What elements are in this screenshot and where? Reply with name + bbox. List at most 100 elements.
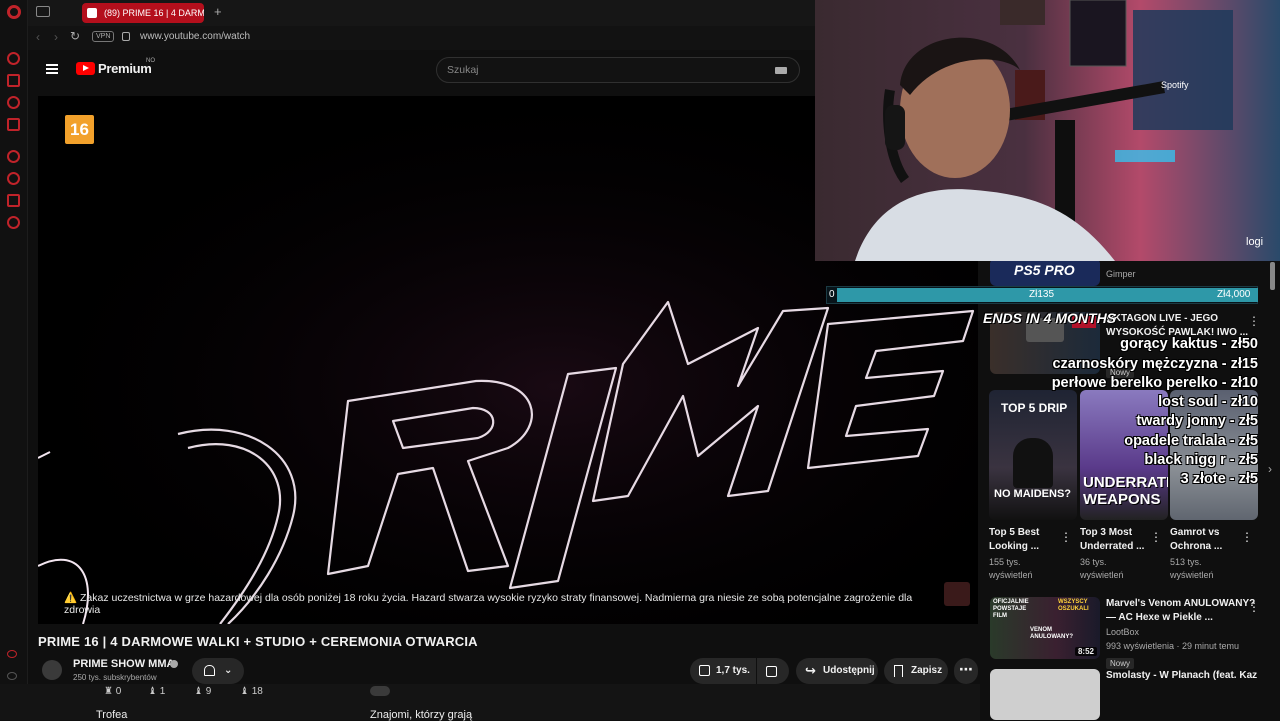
reload-icon[interactable]: ↻ (70, 29, 80, 43)
keyboard-icon[interactable] (775, 67, 787, 74)
thumb-text: PS5 PRO (1014, 262, 1075, 278)
youtube-tab-icon (87, 8, 97, 18)
player-icon[interactable] (7, 150, 20, 163)
chevron-down-icon: ⌄ (224, 665, 233, 676)
region-code: NO (146, 58, 155, 64)
gambling-warning: ⚠️ Zakaz uczestnictwa w grze hazardowej … (64, 592, 913, 616)
lock-icon (122, 32, 130, 41)
youtube-logo-text[interactable]: Premium (98, 61, 152, 76)
webcam-scene (815, 0, 1280, 261)
rec-thumbnail-0[interactable]: PS5 PRO (990, 258, 1100, 286)
thumbs-down-icon (766, 666, 777, 677)
notifications-button[interactable]: ⌄ (192, 658, 244, 684)
channel-avatar[interactable] (42, 660, 62, 680)
thumb-text-3a: OFICJALNIE POWSTAJE FILM (993, 599, 1029, 619)
trophy-count-1: ♝ 1 (148, 686, 166, 697)
like-button[interactable]: 1,7 tys. (690, 658, 756, 684)
poster-brand: Spotify (1161, 80, 1189, 90)
search-placeholder: Szukaj (447, 64, 479, 76)
like-count: 1,7 tys. (716, 665, 750, 676)
tab-title: (89) PRIME 16 | 4 DARM (104, 8, 204, 18)
donation-4: twardy jonny - zł5 (1136, 413, 1258, 429)
rec-thumbnail-3[interactable]: OFICJALNIE POWSTAJE FILM WSZYSCY OSZUKAL… (990, 597, 1100, 659)
short-thumb-bottom-0: NO MAIDENS? (994, 488, 1071, 500)
thumb-text-3b: WSZYSCY OSZUKALI (1058, 599, 1089, 612)
trophy-count-0: ♜ 0 (104, 686, 122, 697)
rec-thumbnail-4[interactable] (990, 669, 1100, 720)
scrollbar-thumb[interactable] (1270, 262, 1275, 290)
back-icon[interactable]: ‹ (36, 30, 40, 44)
extensions-icon[interactable] (7, 194, 20, 207)
donation-5: opadele tralala - zł5 (1124, 433, 1258, 449)
short-thumb-bottom-1: UNDERRATED WEAPONS (1083, 474, 1168, 508)
channel-name[interactable]: PRIME SHOW MMA (73, 658, 174, 670)
opera-logo-icon[interactable] (7, 5, 21, 19)
verified-icon (170, 660, 178, 668)
save-label: Zapisz (911, 665, 943, 676)
video-title: PRIME 16 | 4 DARMOWE WALKI + STUDIO + CE… (38, 634, 478, 649)
short-menu-2[interactable]: ⋮ (1241, 530, 1253, 544)
bookmarks-icon[interactable] (7, 118, 20, 131)
youtube-logo-icon[interactable] (76, 62, 95, 75)
duration-badge: 8:52 (1074, 647, 1097, 656)
dislike-button[interactable] (757, 658, 789, 684)
knight-figure (1013, 438, 1053, 488)
donation-1: czarnoskóry mężczyzna - zł15 (1052, 356, 1258, 372)
share-button[interactable]: ↪ Udostępnij (796, 658, 878, 684)
goal-start: 0 (829, 289, 835, 300)
share-label: Udostępnij (823, 665, 875, 676)
settings-icon[interactable] (7, 216, 20, 229)
webcam-brand: logi (1246, 236, 1264, 248)
sidebar-icon-1[interactable] (7, 52, 20, 65)
age-rating-badge: 16 (65, 115, 94, 144)
bell-icon (204, 665, 215, 676)
active-tab[interactable]: (89) PRIME 16 | 4 DARM (82, 3, 204, 23)
subscriber-count: 250 tys. subskrybentów (73, 673, 157, 682)
donation-6: black nigg r - zł5 (1144, 452, 1258, 468)
menu-icon[interactable] (46, 64, 58, 74)
rec-channel-0[interactable]: Gimper (1106, 268, 1136, 281)
rec-menu-3[interactable]: ⋮ (1248, 600, 1260, 614)
rec-info-3[interactable]: Marvel's Venom ANULOWANY? — AC Hexe w Pi… (1106, 597, 1256, 671)
whatsapp-icon[interactable] (7, 96, 20, 109)
tab-strip: (89) PRIME 16 | 4 DARM + (28, 0, 818, 26)
donation-0: gorący kaktus - zł50 (1120, 336, 1258, 352)
url-text[interactable]: www.youtube.com/watch (140, 31, 250, 42)
share-icon: ↪ (805, 663, 816, 678)
more-icon[interactable] (7, 672, 17, 680)
forward-icon[interactable]: › (54, 30, 58, 44)
messenger-icon[interactable] (7, 74, 20, 87)
short-menu-0[interactable]: ⋮ (1060, 530, 1072, 544)
goal-target: Zł4,000 (1217, 289, 1251, 300)
vpn-badge[interactable]: VPN (92, 31, 115, 42)
history-icon[interactable] (7, 172, 20, 185)
goal-ends-label: ENDS IN 4 MONTHS (983, 310, 1117, 326)
short-menu-1[interactable]: ⋮ (1150, 530, 1162, 544)
sidebar-bottom-icon[interactable] (7, 650, 17, 658)
webcam-overlay: Spotify logi (815, 0, 1280, 261)
shorts-next-icon[interactable]: › (1268, 462, 1272, 476)
thumb-text-3c: VENOM ANULOWANY? (1030, 627, 1073, 640)
goal-current: Zł135 (1029, 289, 1055, 300)
short-thumbnail-0[interactable]: TOP 5 DRIP NO MAIDENS? (989, 390, 1077, 520)
save-button[interactable]: Zapisz (884, 658, 948, 684)
browser-sidebar (0, 0, 28, 720)
new-tab-button[interactable]: + (214, 4, 222, 19)
sponsor-logo-icon (944, 582, 970, 606)
rec-menu-1[interactable]: ⋮ (1248, 314, 1260, 328)
short-thumb-top-0: TOP 5 DRIP (1001, 401, 1068, 415)
donation-2: perłowe berelko perelko - zł10 (1051, 375, 1258, 391)
trophy-count-2: ♝ 9 (194, 686, 212, 697)
trophy-count-3: ♝ 18 (240, 686, 263, 697)
trophies-label: Trofea (96, 709, 128, 721)
donation-3: lost soul - zł10 (1158, 394, 1258, 410)
thumbs-up-icon (699, 665, 710, 676)
more-actions-button[interactable]: ⋯ (954, 658, 978, 684)
rec-title-4[interactable]: Smolasty - W Planach (feat. Kaz (1106, 669, 1257, 683)
workspace-icon[interactable] (36, 6, 50, 17)
bookmark-icon (894, 665, 903, 677)
friends-label: Znajomi, którzy grają (370, 709, 473, 721)
game-stats-strip: ♜ 0 ♝ 1 ♝ 9 ♝ 18 Trofea Znajomi, którzy … (0, 684, 980, 721)
search-input[interactable]: Szukaj (436, 57, 800, 83)
friend-avatar (370, 686, 390, 696)
